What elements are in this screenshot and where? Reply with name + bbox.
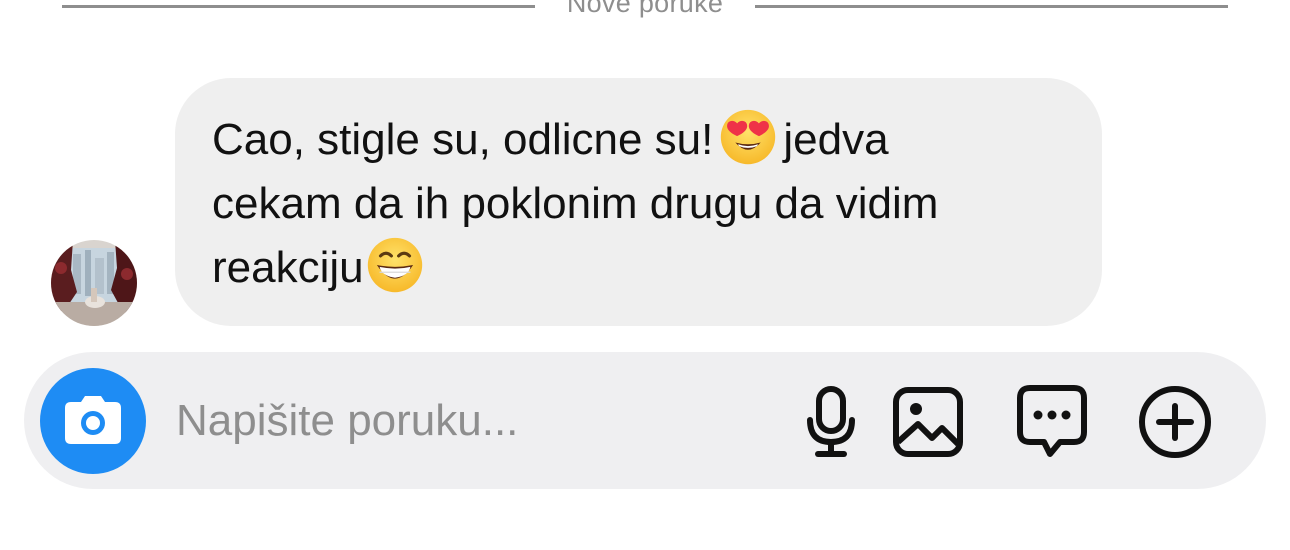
message-line-2: cekam da ih poklonim drugu da vidim bbox=[212, 179, 939, 228]
microphone-icon bbox=[807, 386, 855, 457]
heart-eyes-emoji-icon bbox=[721, 110, 776, 165]
sticker-button[interactable] bbox=[1014, 384, 1090, 460]
grinning-emoji-icon bbox=[367, 238, 422, 293]
divider-line-right bbox=[755, 4, 1229, 8]
divider-line-left bbox=[62, 4, 535, 8]
chat-screen: Nove poruke Cao, stigle su, odlicne su! bbox=[0, 0, 1290, 550]
camera-button[interactable] bbox=[40, 368, 146, 474]
avatar-photo bbox=[51, 240, 137, 326]
message-line-1-after: jedva bbox=[783, 115, 889, 164]
message-line-1: Cao, stigle su, odlicne su! jedva bbox=[212, 108, 1066, 172]
voice-message-button[interactable] bbox=[793, 384, 869, 460]
gallery-button[interactable] bbox=[890, 384, 966, 460]
add-icon bbox=[1139, 386, 1211, 458]
sender-avatar[interactable] bbox=[51, 240, 137, 326]
message-input[interactable] bbox=[176, 386, 736, 456]
message-line-1-text: Cao, stigle su, odlicne su! bbox=[212, 115, 714, 164]
message-text: Cao, stigle su, odlicne su! jedva cekam … bbox=[212, 108, 1066, 300]
camera-icon bbox=[65, 396, 121, 444]
sticker-message-icon bbox=[1017, 385, 1087, 457]
message-line-3-text: reakciju bbox=[212, 243, 364, 292]
gallery-icon bbox=[893, 387, 963, 457]
new-messages-divider: Nove poruke bbox=[62, 0, 1229, 18]
add-button[interactable] bbox=[1137, 384, 1213, 460]
new-messages-label: Nove poruke bbox=[566, 0, 724, 18]
received-message-bubble[interactable]: Cao, stigle su, odlicne su! jedva cekam … bbox=[175, 78, 1102, 326]
message-line-3: reakciju bbox=[212, 236, 1066, 300]
message-composer bbox=[24, 352, 1266, 489]
